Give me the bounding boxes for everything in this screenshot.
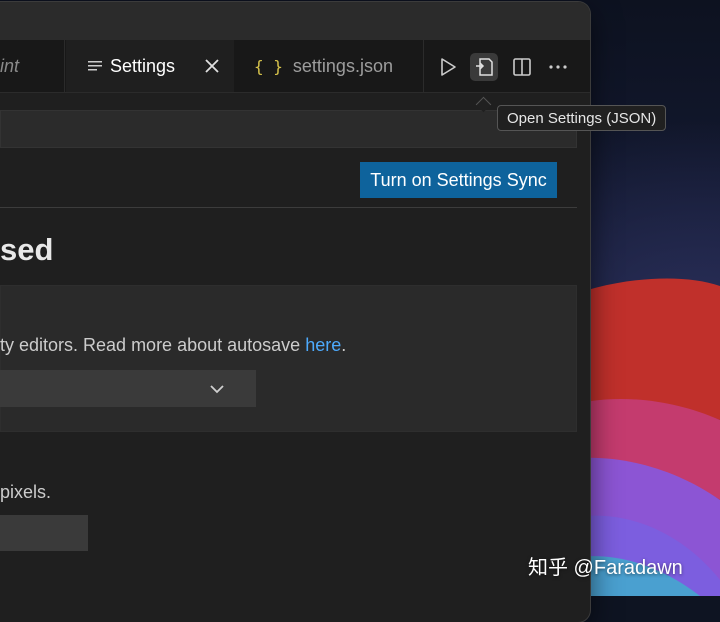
vscode-window: Lint Settings { } settings.json — [0, 2, 590, 622]
description-text: ty editors. Read more about autosave — [0, 335, 306, 355]
font-size-input[interactable] — [0, 515, 88, 551]
more-actions-button[interactable] — [544, 53, 572, 81]
run-icon — [441, 58, 456, 76]
auto-save-setting — [0, 285, 577, 432]
run-button[interactable] — [434, 53, 462, 81]
split-editor-icon — [513, 58, 531, 76]
chevron-down-icon[interactable] — [208, 380, 226, 398]
auto-save-description: ty editors. Read more about autosave her… — [0, 335, 346, 356]
open-settings-json-button[interactable] — [470, 53, 498, 81]
title-bar — [0, 2, 590, 41]
split-editor-button[interactable] — [508, 53, 536, 81]
tab-label: Settings — [110, 55, 176, 76]
more-actions-icon — [549, 65, 567, 69]
autosave-help-link[interactable]: here — [305, 335, 341, 355]
settings-list-icon — [88, 61, 102, 71]
close-icon[interactable] — [202, 56, 222, 76]
json-braces-icon: { } — [254, 56, 283, 76]
tab-settings-json[interactable]: { } settings.json — [234, 40, 424, 92]
font-size-description: pixels. — [0, 482, 52, 502]
description-suffix: . — [341, 335, 347, 355]
tab-label: settings.json — [292, 55, 393, 76]
editor-tab-bar: Lint Settings { } settings.json — [0, 40, 590, 93]
section-divider — [0, 207, 577, 208]
section-heading: sed — [0, 232, 54, 267]
turn-on-settings-sync-button[interactable]: Turn on Settings Sync — [360, 162, 557, 198]
settings-search-input[interactable] — [0, 110, 577, 148]
open-settings-json-icon — [476, 58, 493, 76]
tab-label: Lint — [0, 55, 20, 76]
tab-eslint[interactable]: Lint — [0, 40, 65, 92]
watermark: 知乎 @Faradawn — [528, 557, 683, 579]
tooltip: Open Settings (JSON) — [497, 105, 667, 131]
